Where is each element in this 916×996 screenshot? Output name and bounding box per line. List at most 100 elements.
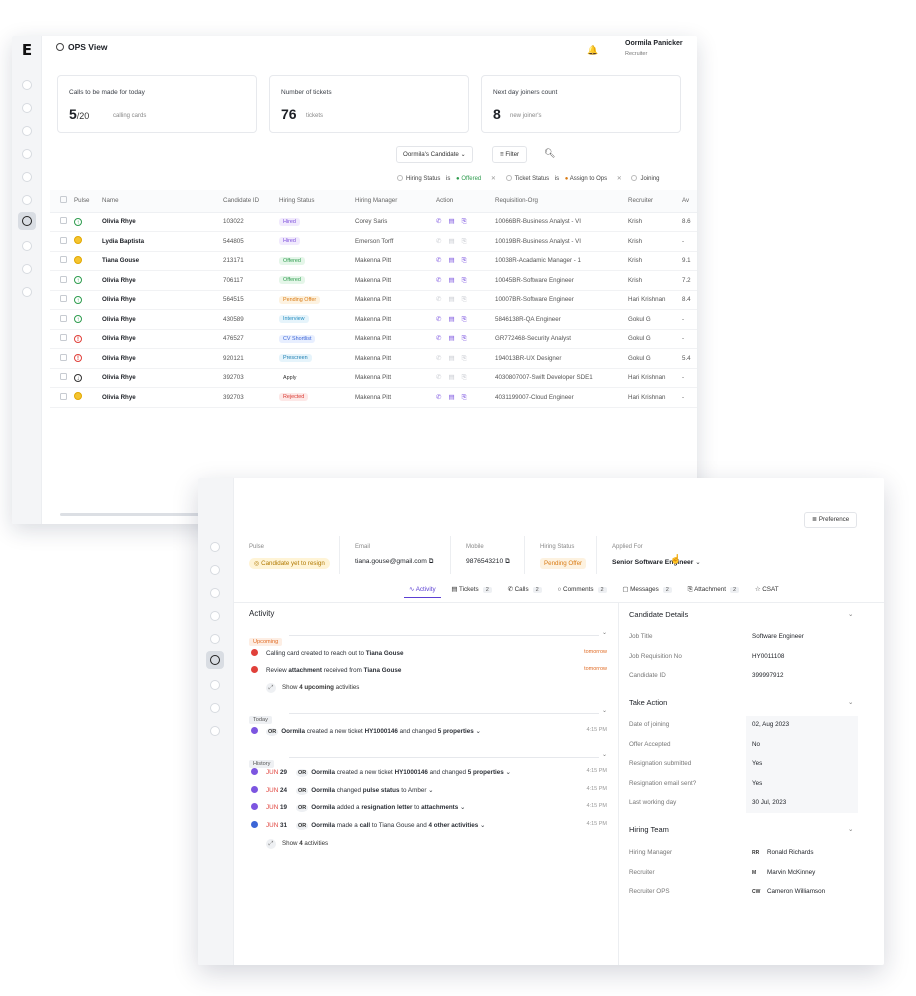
nav-icon-1[interactable] xyxy=(22,80,32,90)
candidate-name[interactable]: Olivia Rhye xyxy=(102,348,223,369)
phone-icon[interactable]: ✆ xyxy=(436,355,448,362)
table-row[interactable]: ↑ Olivia Rhye 706117 Offered Makenna Pitt ✆▤⎘… xyxy=(50,270,697,291)
col-recruiter[interactable]: Recruiter xyxy=(628,190,682,213)
nav-icon-3[interactable] xyxy=(210,588,220,598)
chevron-down-icon[interactable]: ⌄ xyxy=(848,825,853,833)
col-hiring-manager[interactable]: Hiring Manager xyxy=(355,190,436,213)
attachment-icon[interactable]: ⎘ xyxy=(462,316,474,323)
row-checkbox[interactable] xyxy=(60,256,67,264)
col-hiring-status[interactable]: Hiring Status xyxy=(279,190,355,213)
row-checkbox[interactable] xyxy=(60,295,67,303)
select-all-checkbox[interactable] xyxy=(60,196,67,204)
filter-button[interactable]: ≡ Filter xyxy=(492,146,528,163)
pulse-badge[interactable]: ◎ Candidate yet to resign xyxy=(249,558,330,569)
tab-activity[interactable]: ∿ Activity xyxy=(404,582,441,598)
table-row[interactable]: ! Olivia Rhye 920121 Prescreen Makenna Pitt ✆… xyxy=(50,348,697,369)
phone-icon[interactable]: ✆ xyxy=(436,277,448,284)
attachment-icon[interactable]: ⎘ xyxy=(462,277,474,284)
row-checkbox[interactable] xyxy=(60,236,67,244)
phone-icon[interactable]: ✆ xyxy=(436,335,448,342)
row-checkbox[interactable] xyxy=(60,334,67,342)
chevron-down-icon[interactable]: ⌄ xyxy=(602,707,607,714)
chevron-down-icon[interactable]: ⌄ xyxy=(480,822,485,829)
activity-item[interactable]: JUN 29 OR Oormila created a new ticket HY1… xyxy=(251,768,607,780)
chevron-down-icon[interactable]: ⌄ xyxy=(506,769,511,776)
attachment-icon[interactable]: ⎘ xyxy=(462,394,474,401)
clipboard-icon[interactable]: ▤ xyxy=(448,374,461,381)
phone-icon[interactable]: ✆ xyxy=(436,316,448,323)
clipboard-icon[interactable]: ▤ xyxy=(448,296,461,303)
show-upcoming-button[interactable]: ⤢ Show 4 upcoming activities xyxy=(266,683,359,693)
phone-icon[interactable]: ✆ xyxy=(436,394,448,401)
nav-icon-1[interactable] xyxy=(210,542,220,552)
attachment-icon[interactable]: ⎘ xyxy=(462,218,474,225)
chip-joining[interactable]: Joining xyxy=(640,176,659,182)
close-icon[interactable]: ✕ xyxy=(617,176,622,182)
attachment-icon[interactable]: ⎘ xyxy=(462,257,474,264)
clipboard-icon[interactable]: ▤ xyxy=(448,257,461,264)
chevron-down-icon[interactable]: ⌄ xyxy=(695,559,701,566)
activity-item[interactable]: JUN 31 OR Oormila made a call to Tiana Gou… xyxy=(251,820,607,833)
nav-user-icon-active[interactable] xyxy=(18,212,36,230)
stat-card-tickets[interactable]: Number of tickets 76 tickets xyxy=(269,75,469,133)
nav-icon-5[interactable] xyxy=(22,172,32,182)
nav-icon-8[interactable] xyxy=(22,264,32,274)
nav-icon-7[interactable] xyxy=(22,241,32,251)
field-value[interactable]: RR Ronald Richards xyxy=(752,849,814,856)
candidate-name[interactable]: Olivia Rhye xyxy=(102,290,223,310)
col-action[interactable]: Action xyxy=(436,190,495,213)
phone-icon[interactable]: ✆ xyxy=(436,218,448,225)
field-value[interactable]: M Marvin McKinney xyxy=(752,869,815,876)
attachment-icon[interactable]: ⎘ xyxy=(462,355,474,362)
chevron-down-icon[interactable]: ⌄ xyxy=(476,728,481,735)
clipboard-icon[interactable]: ▤ xyxy=(448,218,461,225)
activity-item[interactable]: Calling card created to reach out to Tia… xyxy=(251,649,607,661)
attachment-icon[interactable]: ⎘ xyxy=(462,238,474,245)
tab-comments[interactable]: ○ Comments 2 xyxy=(552,582,611,597)
hiring-status-badge[interactable]: Pending Offer xyxy=(540,558,587,569)
phone-icon[interactable]: ✆ xyxy=(436,296,448,303)
section-upcoming[interactable]: Upcoming ⌄ xyxy=(249,629,607,646)
clipboard-icon[interactable]: ▤ xyxy=(448,335,461,342)
copy-icon[interactable]: ⧉ xyxy=(429,558,434,565)
table-row[interactable]: ↓ Olivia Rhye 392703 Apply Makenna Pitt ✆▤⎘ 40… xyxy=(50,368,697,388)
nav-icon-9[interactable] xyxy=(22,287,32,297)
chevron-down-icon[interactable]: ⌄ xyxy=(602,629,607,636)
radio-icon[interactable] xyxy=(397,175,403,181)
attachment-icon[interactable]: ⎘ xyxy=(462,374,474,381)
chip-offered[interactable]: ● Offered xyxy=(456,176,485,182)
user-menu[interactable]: Oormila Panicker Recruiter xyxy=(625,40,683,57)
tab-tickets[interactable]: ▤ Tickets 2 xyxy=(446,582,496,597)
candidate-name[interactable]: Tiana Gouse xyxy=(102,251,223,271)
radio-icon[interactable] xyxy=(631,175,638,181)
nav-icon-5[interactable] xyxy=(210,634,220,644)
candidate-name[interactable]: Olivia Rhye xyxy=(102,368,223,388)
nav-icon-2[interactable] xyxy=(210,565,220,575)
mobile-value[interactable]: 9876543210 xyxy=(466,558,503,565)
col-pulse[interactable]: Pulse xyxy=(74,190,102,213)
candidate-dropdown[interactable]: Oormila's Candidate ⌄ xyxy=(396,146,473,163)
nav-icon-4[interactable] xyxy=(210,611,220,621)
nav-icon-6[interactable] xyxy=(22,195,32,205)
candidate-name[interactable]: Olivia Rhye xyxy=(102,329,223,349)
activity-item[interactable]: JUN 19 OR Oormila added a resignation lett… xyxy=(251,803,607,815)
clipboard-icon[interactable]: ▤ xyxy=(448,355,461,362)
row-checkbox[interactable] xyxy=(60,392,67,400)
candidate-name[interactable]: Lydia Baptista xyxy=(102,231,223,252)
chevron-down-icon[interactable]: ⌄ xyxy=(848,698,853,706)
phone-icon[interactable]: ✆ xyxy=(436,257,448,264)
section-today[interactable]: Today ⌄ xyxy=(249,707,607,724)
nav-user-icon-active[interactable] xyxy=(206,651,224,669)
close-icon[interactable]: ✕ xyxy=(491,176,496,182)
app-logo[interactable]: E xyxy=(19,42,35,58)
clipboard-icon[interactable]: ▤ xyxy=(448,394,461,401)
table-row[interactable]: ↑ Olivia Rhye 430589 Interview Makenna Pitt ✆… xyxy=(50,309,697,330)
tab-messages[interactable]: ▢ Messages 2 xyxy=(617,582,677,597)
search-icon[interactable]: 🔍︎ xyxy=(544,148,555,159)
nav-icon-6[interactable] xyxy=(210,680,220,690)
table-row[interactable]: Lydia Baptista 544805 Hired Emerson Torff ✆▤… xyxy=(50,231,697,252)
copy-icon[interactable]: ⧉ xyxy=(505,558,510,565)
nav-icon-8[interactable] xyxy=(210,726,220,736)
bell-icon[interactable]: 🔔 xyxy=(587,45,598,56)
table-row[interactable]: Olivia Rhye 392703 Rejected Makenna Pitt ✆▤⎘… xyxy=(50,387,697,408)
